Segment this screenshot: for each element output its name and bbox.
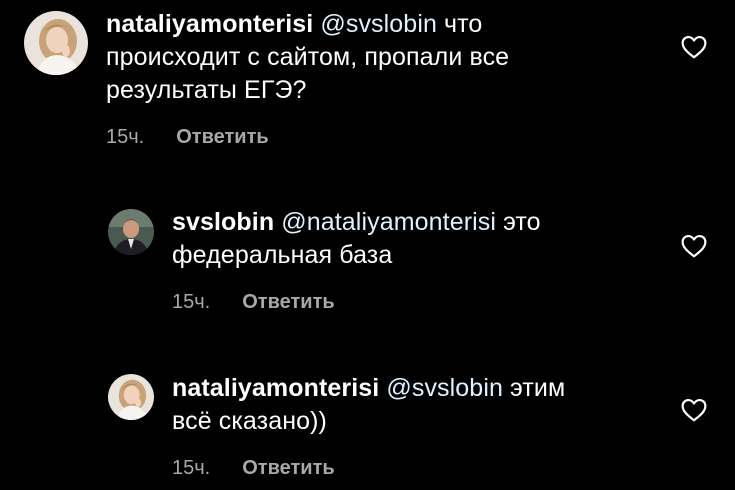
username[interactable]: nataliyamonterisi xyxy=(106,10,313,38)
heart-outline-icon xyxy=(681,35,707,59)
avatar-svslobin[interactable] xyxy=(108,209,154,255)
like-button[interactable] xyxy=(681,35,707,59)
mention-link[interactable]: @svslobin xyxy=(320,10,437,38)
comment-line-2: всё сказано)) xyxy=(172,407,327,435)
comment-line-2: происходит с сайтом, пропали все xyxy=(106,43,510,71)
timestamp: 15ч. xyxy=(172,291,211,313)
comment-meta: 15ч. Ответить xyxy=(172,457,335,480)
comment-line-1: nataliyamonterisi @svslobin что xyxy=(106,8,666,41)
reply-button[interactable]: Ответить xyxy=(176,126,268,148)
woman-avatar-icon xyxy=(24,11,88,75)
comment-meta: 15ч. Ответить xyxy=(172,291,335,314)
comment-line-1: svslobin @nataliyamonterisi это xyxy=(172,206,672,239)
mention-link[interactable]: @nataliyamonterisi xyxy=(281,208,496,236)
comment-text: nataliyamonterisi @svslobin что происход… xyxy=(106,8,666,107)
comment-text: nataliyamonterisi @svslobin этим всё ска… xyxy=(172,372,672,438)
reply-button[interactable]: Ответить xyxy=(242,457,334,479)
comment-line-3: результаты ЕГЭ? xyxy=(106,76,307,104)
comment-meta: 15ч. Ответить xyxy=(106,126,269,149)
username[interactable]: nataliyamonterisi xyxy=(172,374,379,402)
reply-button[interactable]: Ответить xyxy=(242,291,334,313)
username[interactable]: svslobin xyxy=(172,208,274,236)
man-avatar-icon xyxy=(108,209,154,255)
comment-text-fragment: этим xyxy=(510,374,566,402)
timestamp: 15ч. xyxy=(106,126,145,148)
avatar-nataliyamonterisi[interactable] xyxy=(108,374,154,420)
comment-text-fragment: что xyxy=(444,10,483,38)
like-button[interactable] xyxy=(681,234,707,258)
like-button[interactable] xyxy=(681,398,707,422)
comment-line-1: nataliyamonterisi @svslobin этим xyxy=(172,372,672,405)
heart-outline-icon xyxy=(681,234,707,258)
timestamp: 15ч. xyxy=(172,457,211,479)
comment-text-fragment: это xyxy=(503,208,541,236)
comment-line-2: федеральная база xyxy=(172,241,393,269)
avatar-nataliyamonterisi[interactable] xyxy=(24,11,88,75)
comment-text: svslobin @nataliyamonterisi это федераль… xyxy=(172,206,672,272)
mention-link[interactable]: @svslobin xyxy=(386,374,503,402)
heart-outline-icon xyxy=(681,398,707,422)
woman-avatar-icon xyxy=(108,374,154,420)
